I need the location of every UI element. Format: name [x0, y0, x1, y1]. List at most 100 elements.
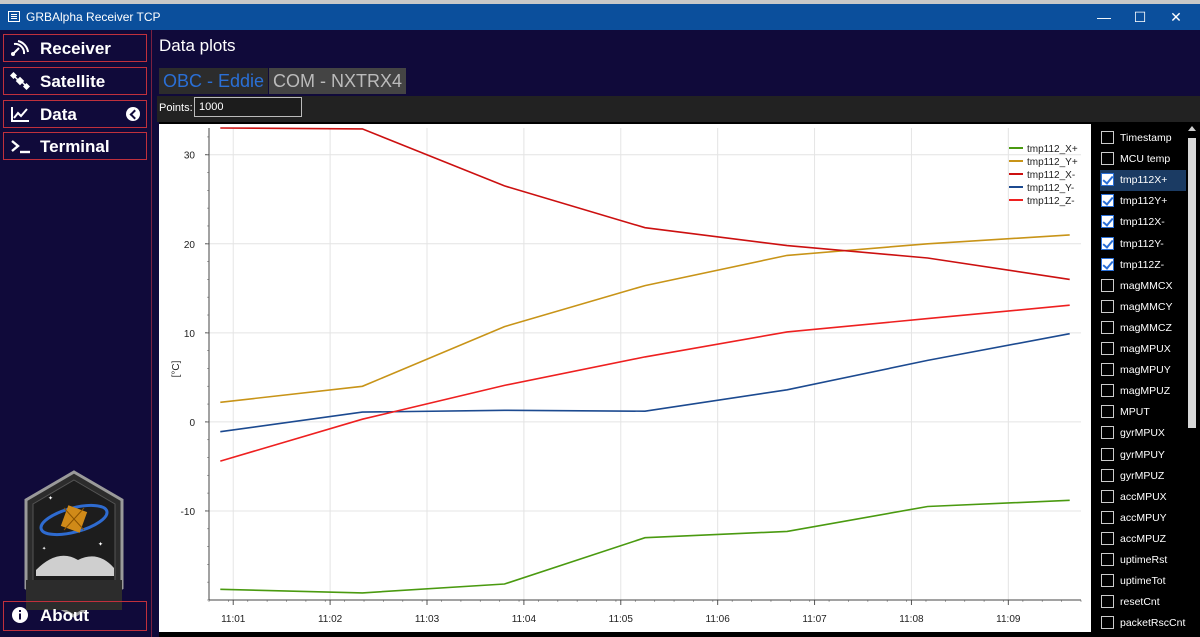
- channel-checkbox[interactable]: magMMCX: [1100, 276, 1186, 297]
- channel-checkbox[interactable]: magMPUZ: [1100, 381, 1186, 402]
- x-tick-label: 11:02: [318, 614, 343, 625]
- checkbox-icon[interactable]: [1101, 531, 1114, 545]
- checkbox-icon[interactable]: [1101, 468, 1114, 482]
- temperature-chart[interactable]: 30 20 10 0 -10 11:01 11:02 11:03 11:04 11:05 11:06…: [159, 124, 1091, 632]
- tab-obc-eddie[interactable]: OBC - Eddie: [159, 68, 269, 94]
- y-tick-label: 20: [184, 240, 196, 251]
- channel-list-scrollbar[interactable]: [1186, 122, 1198, 637]
- grbalpha-logo: ✦ ✦ ✦: [24, 470, 124, 618]
- channel-label: magMMCY: [1120, 300, 1173, 313]
- close-button[interactable]: ✕: [1158, 4, 1194, 30]
- channel-checkbox[interactable]: Timestamp: [1100, 128, 1186, 149]
- checkbox-icon[interactable]: [1101, 447, 1114, 461]
- channel-label: uptimeTot: [1120, 575, 1166, 588]
- channel-checkbox[interactable]: magMPUY: [1100, 360, 1186, 381]
- x-tick-label: 11:04: [512, 614, 537, 625]
- checkbox-checked-icon[interactable]: [1101, 194, 1114, 208]
- scroll-thumb[interactable]: [1188, 138, 1196, 428]
- channel-checkbox[interactable]: tmp112X+: [1100, 170, 1186, 192]
- channel-checkbox[interactable]: magMMCZ: [1100, 318, 1186, 339]
- legend-label: tmp112_X-: [1027, 170, 1075, 181]
- maximize-button[interactable]: ☐: [1122, 4, 1158, 30]
- channel-checkbox[interactable]: magMMCY: [1100, 297, 1186, 318]
- channel-label: MCU temp: [1120, 153, 1171, 166]
- channel-label: magMPUZ: [1120, 385, 1171, 398]
- legend-label: tmp112_Z-: [1027, 196, 1075, 207]
- checkbox-checked-icon[interactable]: [1101, 173, 1114, 187]
- sidebar-item-label: Terminal: [40, 137, 110, 156]
- app-window-icon: [8, 11, 20, 22]
- sidebar-item-data[interactable]: Data: [3, 100, 147, 128]
- channel-checkbox[interactable]: accMPUX: [1100, 487, 1186, 508]
- checkbox-icon[interactable]: [1101, 278, 1114, 292]
- channel-label: gyrMPUY: [1120, 448, 1165, 461]
- checkbox-icon[interactable]: [1101, 426, 1114, 440]
- checkbox-icon[interactable]: [1101, 131, 1114, 144]
- channel-checkbox[interactable]: gyrMPUY: [1100, 445, 1186, 466]
- channel-label: tmp112Y-: [1120, 237, 1164, 250]
- channel-checkbox[interactable]: gyrMPUZ: [1100, 466, 1186, 487]
- tab-com-nxtrx4[interactable]: COM - NXTRX4: [269, 68, 407, 94]
- checkbox-icon[interactable]: [1101, 342, 1114, 355]
- chart-line-icon: [11, 107, 29, 122]
- channel-label: gyrMPUX: [1120, 427, 1165, 440]
- minimize-button[interactable]: —: [1086, 4, 1122, 30]
- checkbox-icon[interactable]: [1101, 553, 1114, 566]
- channel-checkbox[interactable]: tmp112Y+: [1100, 191, 1186, 212]
- checkbox-icon[interactable]: [1101, 489, 1114, 503]
- channel-checkbox[interactable]: uptimeTot: [1100, 571, 1186, 592]
- plot-area: 30 20 10 0 -10 11:01 11:02 11:03 11:04 11:05 11:06…: [159, 122, 1200, 637]
- scroll-up-arrow-icon[interactable]: [1188, 126, 1196, 131]
- channel-checkbox[interactable]: tmp112Y-: [1100, 234, 1186, 255]
- channel-checkbox[interactable]: tmp112X-: [1100, 212, 1186, 233]
- sidebar-item-terminal[interactable]: Terminal: [3, 132, 147, 160]
- channel-checkbox[interactable]: packetRscCnt: [1100, 613, 1186, 634]
- channel-label: Timestamp: [1120, 132, 1172, 144]
- sidebar-item-receiver[interactable]: Receiver: [3, 34, 147, 62]
- sidebar-item-satellite[interactable]: Satellite: [3, 67, 147, 95]
- checkbox-icon[interactable]: [1101, 152, 1114, 166]
- title-bar[interactable]: GRBAlpha Receiver TCP — ☐ ✕: [0, 4, 1200, 30]
- series-line-tmp112-z-: [220, 304, 1070, 462]
- collapse-chevron-icon[interactable]: [126, 107, 140, 121]
- channel-checkbox[interactable]: MPUT: [1100, 402, 1186, 423]
- svg-text:✦: ✦: [98, 541, 103, 548]
- chart-panel[interactable]: 30 20 10 0 -10 11:01 11:02 11:03 11:04 11:05 11:06…: [159, 124, 1091, 632]
- channel-checkbox[interactable]: tmp112Z-: [1100, 255, 1186, 276]
- channel-checkbox[interactable]: magMPUX: [1100, 339, 1186, 360]
- checkbox-icon[interactable]: [1101, 320, 1114, 334]
- channel-label: accMPUZ: [1120, 532, 1167, 545]
- channel-checkbox[interactable]: gyrMPUX: [1100, 423, 1186, 444]
- main-panel: Data plots OBC - Eddie COM - NXTRX4 Poin…: [152, 30, 1200, 637]
- channel-label: MPUT: [1120, 406, 1150, 419]
- checkbox-checked-icon[interactable]: [1101, 257, 1114, 271]
- checkbox-icon[interactable]: [1101, 363, 1114, 377]
- checkbox-icon[interactable]: [1101, 574, 1114, 588]
- checkbox-icon[interactable]: [1101, 595, 1114, 609]
- svg-text:✦: ✦: [42, 546, 46, 552]
- channel-checkbox[interactable]: resetCnt: [1100, 592, 1186, 613]
- channel-checkbox[interactable]: accMPUZ: [1100, 529, 1186, 550]
- checkbox-checked-icon[interactable]: [1101, 215, 1114, 229]
- checkbox-icon[interactable]: [1101, 616, 1114, 630]
- terminal-icon: [11, 140, 30, 154]
- page-title: Data plots: [159, 36, 236, 55]
- y-tick-label: -10: [181, 507, 196, 518]
- svg-text:✦: ✦: [48, 495, 53, 502]
- points-input[interactable]: [194, 97, 302, 117]
- channel-checkbox[interactable]: uptimeRst: [1100, 550, 1186, 571]
- channel-label: resetCnt: [1120, 596, 1160, 609]
- checkbox-checked-icon[interactable]: [1101, 236, 1114, 250]
- window-title: GRBAlpha Receiver TCP: [26, 10, 161, 24]
- checkbox-icon[interactable]: [1101, 299, 1114, 313]
- x-tick-label: 11:01: [221, 614, 246, 625]
- channel-checkbox[interactable]: accMPUY: [1100, 508, 1186, 529]
- checkbox-icon[interactable]: [1101, 405, 1114, 419]
- channel-label: tmp112Y+: [1120, 195, 1168, 208]
- about-button[interactable]: About: [3, 601, 147, 631]
- channel-checkbox[interactable]: MCU temp: [1100, 149, 1186, 170]
- checkbox-icon[interactable]: [1101, 384, 1114, 398]
- channel-label: magMMCZ: [1120, 321, 1172, 334]
- checkbox-icon[interactable]: [1101, 510, 1114, 524]
- points-label: Points:: [159, 102, 193, 114]
